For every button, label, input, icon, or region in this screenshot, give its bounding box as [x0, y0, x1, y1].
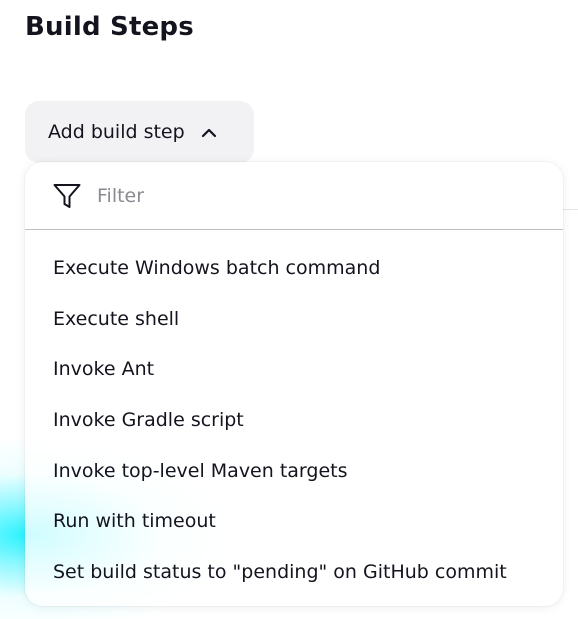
dropdown-item[interactable]: Execute Windows batch command [25, 243, 563, 294]
dropdown-item[interactable]: Run with timeout [25, 496, 563, 547]
build-step-dropdown: Execute Windows batch commandExecute she… [25, 162, 563, 606]
build-step-list: Execute Windows batch command Execute she… [25, 243, 563, 598]
section-title: Build Steps [25, 12, 194, 42]
filter-icon [52, 182, 82, 210]
dropdown-item[interactable]: Invoke Ant [25, 344, 563, 395]
build-steps-page: Build Steps Add build step Execute Windo… [0, 0, 578, 619]
dropdown-item[interactable]: Execute shell [25, 294, 563, 345]
add-build-step-button[interactable]: Add build step [25, 101, 254, 163]
background-divider [563, 209, 578, 210]
dropdown-item[interactable]: Invoke top-level Maven targets [25, 446, 563, 497]
dropdown-item[interactable]: Invoke Gradle script [25, 395, 563, 446]
filter-row [25, 162, 563, 230]
chevron-up-icon [201, 127, 217, 138]
filter-input[interactable] [97, 184, 497, 207]
dropdown-item[interactable]: Set build status to "pending" on GitHub … [25, 547, 563, 598]
add-build-step-label: Add build step [48, 121, 185, 143]
